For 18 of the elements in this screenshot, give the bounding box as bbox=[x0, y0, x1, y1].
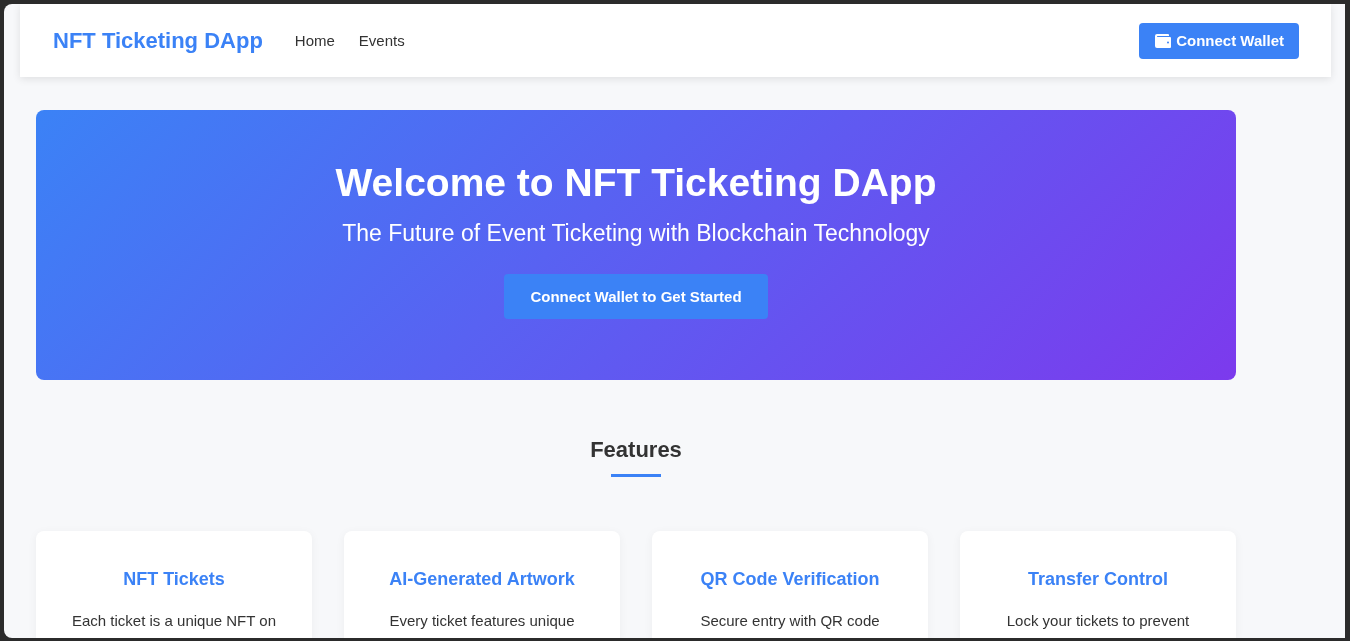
connect-wallet-button[interactable]: Connect Wallet bbox=[1139, 22, 1299, 59]
nav-link[interactable]: Home bbox=[294, 32, 335, 49]
card-title: QR Code Verification bbox=[700, 568, 880, 591]
card-description: Every ticket features unique bbox=[389, 611, 575, 631]
card-title: Transfer Control bbox=[1028, 568, 1168, 591]
wallet-icon bbox=[1155, 33, 1172, 48]
hero-title: Welcome to NFT Ticketing DApp bbox=[335, 160, 937, 206]
card-description: Lock your tickets to prevent bbox=[1006, 611, 1190, 631]
heading-underline bbox=[611, 474, 661, 477]
card-description: Each ticket is a unique NFT on bbox=[72, 611, 276, 631]
card-description: Secure entry with QR code bbox=[700, 611, 880, 631]
nav-link[interactable]: Events bbox=[358, 32, 405, 49]
logo-text[interactable]: NFT Ticketing DApp bbox=[53, 27, 263, 54]
card-title: AI-Generated Artwork bbox=[389, 568, 575, 591]
card-title: NFT Tickets bbox=[123, 568, 225, 591]
hero-subtitle: The Future of Event Ticketing with Blockchain Technology bbox=[342, 219, 930, 248]
get-started-button[interactable]: Connect Wallet to Get Started bbox=[504, 274, 768, 319]
section-heading: Features bbox=[590, 436, 682, 464]
